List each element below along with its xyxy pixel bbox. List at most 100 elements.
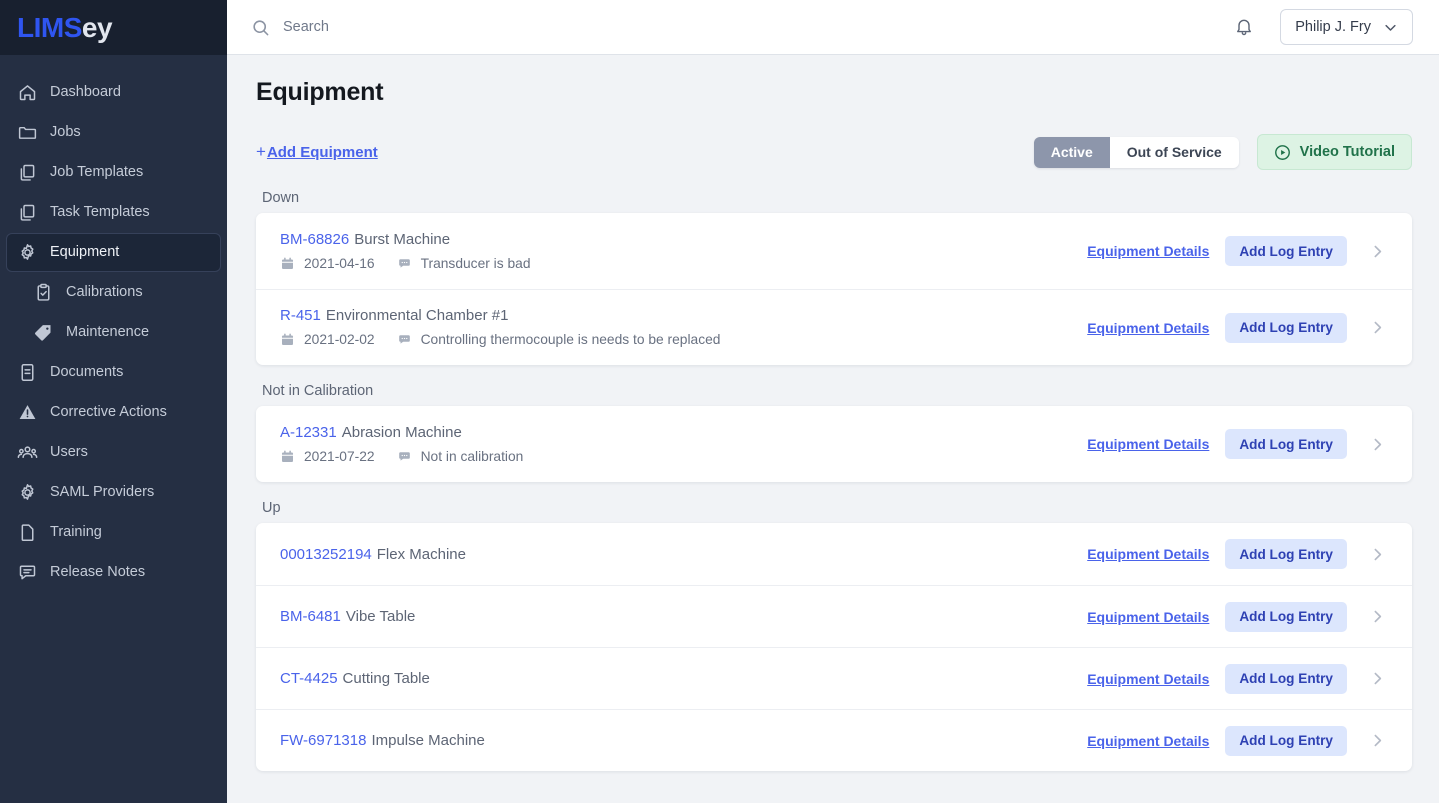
chevron-right-icon[interactable] [1363, 546, 1392, 563]
users-icon [17, 442, 38, 463]
plus-icon: + [256, 142, 266, 161]
equipment-row[interactable]: A-12331 Abrasion Machine 2021-07-22 Not in … [256, 406, 1412, 482]
equipment-code[interactable]: 00013252194 [280, 546, 372, 563]
add-log-entry-button[interactable]: Add Log Entry [1225, 539, 1347, 569]
add-log-entry-button[interactable]: Add Log Entry [1225, 312, 1347, 343]
logo[interactable]: LIMSey [0, 0, 227, 55]
add-log-entry-button[interactable]: Add Log Entry [1225, 429, 1347, 459]
equipment-comment-value: Transducer is bad [420, 255, 531, 271]
tag-icon [33, 322, 54, 343]
right-actions: Active Out of Service Video Tutorial [1033, 134, 1412, 170]
copy-icon [17, 202, 38, 223]
top-bar: Philip J. Fry [227, 0, 1439, 55]
sidebar-item-label: Training [50, 524, 102, 541]
chevron-right-icon[interactable] [1363, 436, 1392, 453]
sidebar-item-label: Jobs [50, 124, 81, 141]
chevron-down-icon [1383, 20, 1398, 35]
sidebar-item-saml-providers[interactable]: SAML Providers [6, 473, 221, 512]
page-title: Equipment [256, 78, 384, 106]
chevron-right-icon[interactable] [1363, 243, 1392, 260]
gear-icon [17, 242, 38, 263]
equipment-card: 00013252194 Flex Machine Equipment Details… [256, 523, 1412, 771]
sidebar-item-label: Release Notes [50, 564, 146, 581]
equipment-date-value: 2021-04-16 [304, 255, 375, 271]
equipment-code[interactable]: A-12331 [280, 424, 337, 441]
video-tutorial-button[interactable]: Video Tutorial [1256, 134, 1412, 170]
equipment-comment: Controlling thermocouple is needs to be … [397, 332, 720, 347]
equipment-row[interactable]: BM-6481 Vibe Table Equipment Details Add Lo… [256, 585, 1412, 647]
equipment-details-link[interactable]: Equipment Details [1087, 671, 1209, 687]
sidebar: LIMSey Dashboard Jobs Job Templates Task Te… [0, 0, 227, 803]
equipment-details-link[interactable]: Equipment Details [1087, 436, 1209, 452]
equipment-details-link[interactable]: Equipment Details [1087, 243, 1209, 259]
filter-active[interactable]: Active [1033, 136, 1110, 168]
add-log-entry-button[interactable]: Add Log Entry [1225, 236, 1347, 266]
equipment-title: 00013252194 Flex Machine [280, 547, 466, 562]
equipment-details-link[interactable]: Equipment Details [1087, 733, 1209, 749]
equipment-name: Vibe Table [345, 608, 416, 625]
user-name: Philip J. Fry [1295, 19, 1371, 35]
sidebar-item-job-templates[interactable]: Job Templates [6, 153, 221, 192]
search-box[interactable] [251, 18, 1234, 37]
sidebar-item-label: SAML Providers [50, 484, 155, 501]
calendar-icon [280, 449, 295, 464]
equipment-name: Abrasion Machine [341, 423, 462, 441]
add-log-entry-button[interactable]: Add Log Entry [1225, 601, 1347, 632]
sidebar-nav: Dashboard Jobs Job Templates Task Templates… [0, 55, 227, 593]
equipment-actions: Equipment Details Add Log Entry [1087, 429, 1392, 459]
equipment-details-link[interactable]: Equipment Details [1087, 546, 1209, 562]
search-input[interactable] [283, 19, 663, 35]
equipment-code[interactable]: BM-6481 [280, 608, 341, 625]
app-root: LIMSey Dashboard Jobs Job Templates Task Te… [0, 0, 1439, 803]
sidebar-item-users[interactable]: Users [6, 433, 221, 472]
add-equipment-button[interactable]: + Add Equipment [256, 142, 378, 162]
add-log-entry-button[interactable]: Add Log Entry [1225, 725, 1347, 756]
add-log-entry-button[interactable]: Add Log Entry [1225, 663, 1347, 694]
logo-primary: LIMS [17, 11, 82, 43]
equipment-row[interactable]: CT-4425 Cutting Table Equipment Details Add… [256, 647, 1412, 709]
equipment-details-link[interactable]: Equipment Details [1087, 609, 1209, 625]
equipment-name: Burst Machine [354, 230, 451, 248]
equipment-date-value: 2021-07-22 [304, 448, 375, 464]
sidebar-item-label: Documents [50, 364, 124, 381]
search-icon [251, 18, 270, 37]
chevron-right-icon[interactable] [1363, 319, 1392, 336]
equipment-actions: Equipment Details Add Log Entry [1087, 539, 1392, 569]
chevron-right-icon[interactable] [1363, 670, 1392, 687]
notification-bell-icon[interactable] [1234, 17, 1254, 37]
sidebar-item-calibrations[interactable]: Calibrations [6, 273, 221, 312]
equipment-comment: Transducer is bad [397, 256, 531, 271]
equipment-row[interactable]: BM-68826 Burst Machine 2021-04-16 Transduce… [256, 213, 1412, 289]
equipment-code[interactable]: FW-6971318 [280, 732, 366, 749]
equipment-code[interactable]: BM-68826 [280, 231, 349, 248]
gear-icon [17, 482, 38, 503]
sidebar-item-dashboard[interactable]: Dashboard [6, 73, 221, 112]
sidebar-item-task-templates[interactable]: Task Templates [6, 193, 221, 232]
equipment-row[interactable]: R-451 Environmental Chamber #1 2021-02-02 C… [256, 289, 1412, 365]
sidebar-item-documents[interactable]: Documents [6, 353, 221, 392]
chevron-right-icon[interactable] [1363, 608, 1392, 625]
main-area: Philip J. Fry Equipment + Add Equipment … [227, 0, 1439, 803]
equipment-info: 00013252194 Flex Machine [280, 547, 466, 562]
equipment-code[interactable]: CT-4425 [280, 670, 338, 687]
video-tutorial-label: Video Tutorial [1299, 144, 1395, 160]
equipment-row[interactable]: FW-6971318 Impulse Machine Equipment Detai… [256, 709, 1412, 771]
equipment-details-link[interactable]: Equipment Details [1087, 320, 1209, 336]
filter-out-of-service[interactable]: Out of Service [1109, 136, 1239, 168]
sidebar-item-equipment[interactable]: Equipment [6, 233, 221, 272]
user-menu[interactable]: Philip J. Fry [1280, 9, 1413, 45]
sidebar-item-maintenence[interactable]: Maintenence [6, 313, 221, 352]
equipment-name: Impulse Machine [371, 732, 485, 749]
sidebar-item-jobs[interactable]: Jobs [6, 113, 221, 152]
chevron-right-icon[interactable] [1363, 732, 1392, 749]
equipment-actions: Equipment Details Add Log Entry [1087, 663, 1392, 694]
comment-icon [17, 562, 38, 583]
page-icon [17, 522, 38, 543]
sidebar-item-label: Dashboard [50, 84, 121, 101]
sidebar-item-release-notes[interactable]: Release Notes [6, 553, 221, 592]
sidebar-item-corrective-actions[interactable]: Corrective Actions [6, 393, 221, 432]
equipment-code[interactable]: R-451 [280, 307, 321, 324]
equipment-date: 2021-04-16 [280, 256, 375, 271]
sidebar-item-training[interactable]: Training [6, 513, 221, 552]
equipment-row[interactable]: 00013252194 Flex Machine Equipment Details… [256, 523, 1412, 585]
